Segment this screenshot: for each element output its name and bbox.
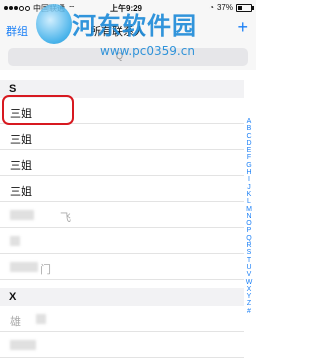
battery-group: ◔ 37% xyxy=(209,3,254,12)
blurred-name xyxy=(10,340,36,350)
battery-icon xyxy=(236,3,254,12)
contact-name-fragment: 门 xyxy=(40,264,51,276)
index-letter[interactable]: U xyxy=(246,264,251,271)
index-letter[interactable]: D xyxy=(246,140,251,147)
blurred-name xyxy=(10,236,20,246)
index-letter[interactable]: O xyxy=(246,220,251,227)
index-letter[interactable]: R xyxy=(246,242,251,249)
blurred-name xyxy=(36,314,46,324)
contact-name-fragment: 飞 xyxy=(60,212,71,224)
watermark-title: 河东软件园 xyxy=(72,11,197,40)
index-letter[interactable]: L xyxy=(247,198,251,205)
contact-row[interactable]: 雄 xyxy=(0,306,244,332)
index-letter[interactable]: G xyxy=(246,162,251,169)
groups-button[interactable]: 群组 xyxy=(6,23,28,39)
alphabet-index[interactable]: A B C D E F G H I J K L M N O P Q R S T U V W X Y Z # xyxy=(244,118,254,315)
index-letter[interactable]: A xyxy=(247,118,252,125)
watermark-url: www.pc0359.cn xyxy=(100,44,195,58)
signal-icon xyxy=(4,6,30,11)
contact-row[interactable]: 三姐 xyxy=(0,124,244,150)
index-letter[interactable]: V xyxy=(247,271,252,278)
contact-row[interactable]: 三姐 xyxy=(0,176,244,202)
index-letter[interactable]: # xyxy=(247,308,251,315)
index-letter[interactable]: E xyxy=(247,147,252,154)
index-letter[interactable]: S xyxy=(247,249,252,256)
index-letter[interactable]: I xyxy=(248,176,250,183)
index-letter[interactable]: P xyxy=(247,227,252,234)
highlight-box xyxy=(2,95,74,125)
blurred-name xyxy=(10,262,38,272)
contact-row[interactable]: 三姐 xyxy=(0,150,244,176)
contact-row[interactable] xyxy=(0,332,244,358)
contact-row[interactable]: 门 xyxy=(0,254,244,280)
index-letter[interactable]: B xyxy=(247,125,252,132)
index-letter[interactable]: J xyxy=(247,184,251,191)
blurred-name xyxy=(10,210,34,220)
contact-name: 三姐 xyxy=(10,186,32,198)
index-letter[interactable]: Q xyxy=(246,235,251,242)
index-letter[interactable]: M xyxy=(246,206,252,213)
contact-row[interactable] xyxy=(0,228,244,254)
index-letter[interactable]: F xyxy=(247,154,251,161)
contact-name-fragment: 雄 xyxy=(10,316,21,328)
contact-row[interactable]: 飞 xyxy=(0,202,244,228)
alarm-icon: ◔ xyxy=(209,3,214,12)
add-contact-button[interactable]: + xyxy=(237,17,248,37)
index-letter[interactable]: Z xyxy=(247,300,251,307)
index-letter[interactable]: W xyxy=(246,279,253,286)
battery-percent: 37% xyxy=(216,3,233,12)
index-letter[interactable]: H xyxy=(246,169,251,176)
index-letter[interactable]: X xyxy=(247,286,252,293)
contact-name: 三姐 xyxy=(10,134,32,146)
index-letter[interactable]: N xyxy=(246,213,251,220)
watermark-logo-icon xyxy=(36,4,72,44)
index-letter[interactable]: T xyxy=(247,257,251,264)
section-header-x: X xyxy=(0,288,244,306)
index-letter[interactable]: C xyxy=(246,133,251,140)
index-letter[interactable]: Y xyxy=(247,293,252,300)
contact-name: 三姐 xyxy=(10,160,32,172)
index-letter[interactable]: K xyxy=(247,191,252,198)
